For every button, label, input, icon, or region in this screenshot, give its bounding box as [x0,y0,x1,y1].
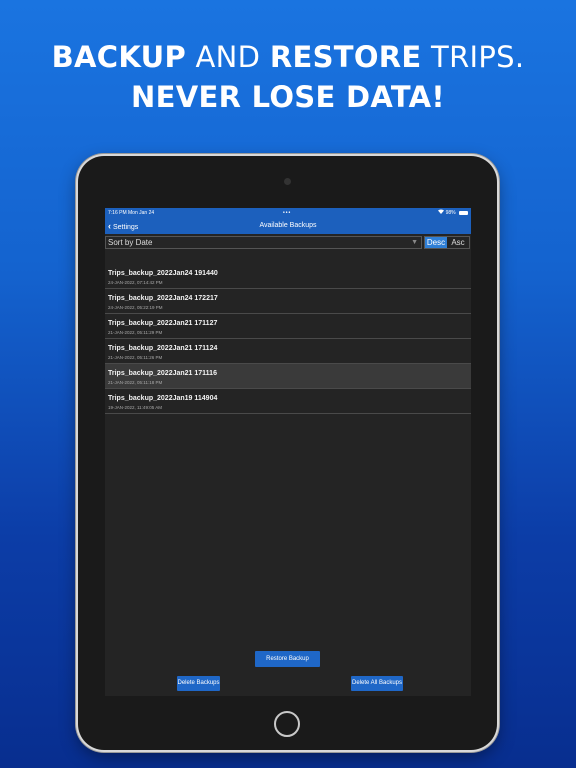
list-item-selected[interactable]: Trips_backup_2022Jan21 171116 21-JAN-202… [105,364,471,389]
list-item[interactable]: Trips_backup_2022Jan24 191440 24-JAN-202… [105,264,471,289]
battery-percent: 98% [445,210,456,216]
sort-asc-button[interactable]: Asc [447,237,469,248]
backup-date: 21-JAN-2022, 05:11:26 PM [108,355,163,360]
status-right: 98% [438,208,468,218]
delete-all-backups-button[interactable]: Delete All Backups [351,676,403,691]
back-label: Settings [113,224,139,231]
sort-bar: Sort by Date ▼ Desc Asc [105,236,471,250]
backup-date: 21-JAN-2022, 05:11:18 PM [108,380,163,385]
home-button[interactable] [274,711,300,737]
ipad-device-frame: 7:16 PM Mon Jan 24 ••• 98% ‹ Settings Ava… [78,156,497,750]
backup-name: Trips_backup_2022Jan21 171116 [108,370,217,377]
restore-backup-button[interactable]: Restore Backup [255,651,320,667]
backup-date: 24-JAN-2022, 05:22:19 PM [108,305,163,310]
wifi-icon [438,209,445,216]
delete-backups-button[interactable]: Delete Backups [177,676,220,691]
backup-date: 24-JAN-2022, 07:14:42 PM [108,280,163,285]
sort-order-toggle[interactable]: Desc Asc [424,236,470,249]
app-screen: 7:16 PM Mon Jan 24 ••• 98% ‹ Settings Ava… [105,208,471,696]
caret-down-icon: ▼ [411,239,418,246]
sort-dropdown[interactable]: Sort by Date ▼ [105,236,422,249]
headline-word-and: AND [186,40,270,74]
multitask-dots-icon[interactable]: ••• [283,208,291,218]
list-item[interactable]: Trips_backup_2022Jan24 172217 24-JAN-202… [105,289,471,314]
list-item[interactable]: Trips_backup_2022Jan19 114904 19-JAN-202… [105,389,471,414]
battery-icon [459,210,468,215]
list-item[interactable]: Trips_backup_2022Jan21 171127 21-JAN-202… [105,314,471,339]
backup-name: Trips_backup_2022Jan21 171127 [108,320,218,327]
sort-desc-button[interactable]: Desc [425,237,447,248]
page-title: Available Backups [259,222,317,229]
backup-name: Trips_backup_2022Jan21 171124 [108,345,218,352]
camera-icon [284,178,291,185]
navigation-bar: ‹ Settings Available Backups [105,218,471,234]
headline-word-trips: TRIPS. [421,40,525,74]
backup-name: Trips_backup_2022Jan19 114904 [108,395,218,402]
headline-line-1: BACKUP AND RESTORE TRIPS. [0,40,576,74]
list-item[interactable]: Trips_backup_2022Jan21 171124 21-JAN-202… [105,339,471,364]
back-button[interactable]: ‹ Settings [108,218,138,236]
backup-date: 19-JAN-2022, 11:49:05 AM [108,405,162,410]
backup-list: Trips_backup_2022Jan24 191440 24-JAN-202… [105,264,471,414]
sort-selected-value: Sort by Date [108,238,153,247]
backup-name: Trips_backup_2022Jan24 172217 [108,295,218,302]
headline-word-restore: RESTORE [269,40,422,74]
headline-line-2: NEVER LOSE DATA! [131,80,445,114]
chevron-left-icon: ‹ [108,221,111,231]
backup-date: 21-JAN-2022, 05:11:29 PM [108,330,163,335]
backup-name: Trips_backup_2022Jan24 191440 [108,270,218,277]
status-time: 7:16 PM Mon Jan 24 [108,210,155,216]
status-bar: 7:16 PM Mon Jan 24 ••• 98% [105,208,471,218]
headline-word-backup: BACKUP [51,40,187,74]
